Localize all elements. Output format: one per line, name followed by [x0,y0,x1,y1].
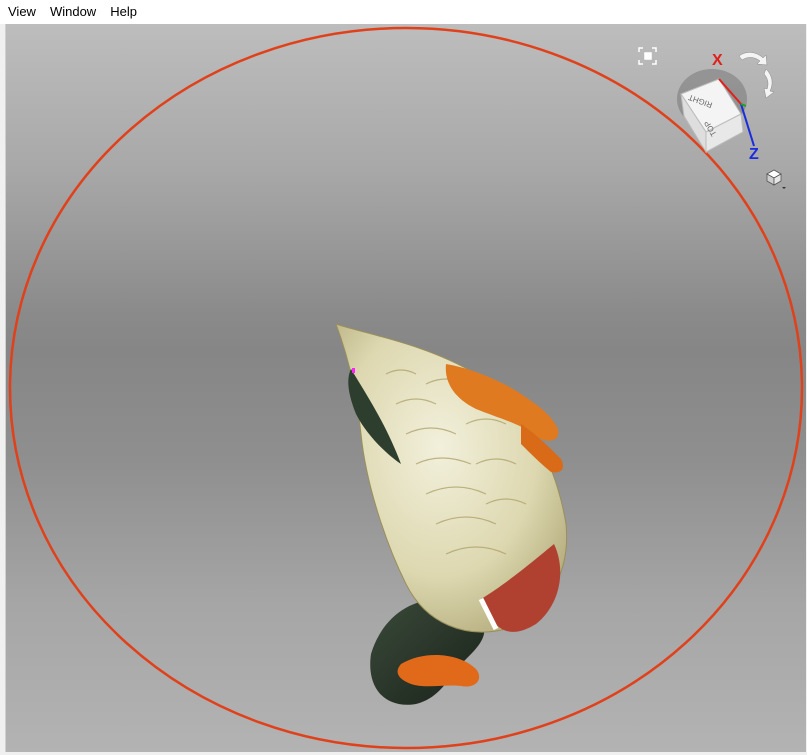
zoom-extents-icon[interactable] [638,47,657,65]
selection-marker [352,368,355,373]
home-cube-icon[interactable] [766,169,786,189]
duck-model[interactable] [335,323,568,705]
viewport-canvas: RIGHT TOP [8,26,804,750]
menu-help[interactable]: Help [104,0,143,24]
menu-bar: View Window Help [0,0,807,24]
view-cube[interactable] [677,69,755,154]
menu-window[interactable]: Window [44,0,102,24]
duck-bill [397,654,480,687]
axis-x-label: X [712,52,723,69]
axis-z-label: Z [749,146,759,163]
3d-viewport[interactable]: RIGHT TOP X Z [5,24,806,752]
menu-view[interactable]: View [2,0,42,24]
